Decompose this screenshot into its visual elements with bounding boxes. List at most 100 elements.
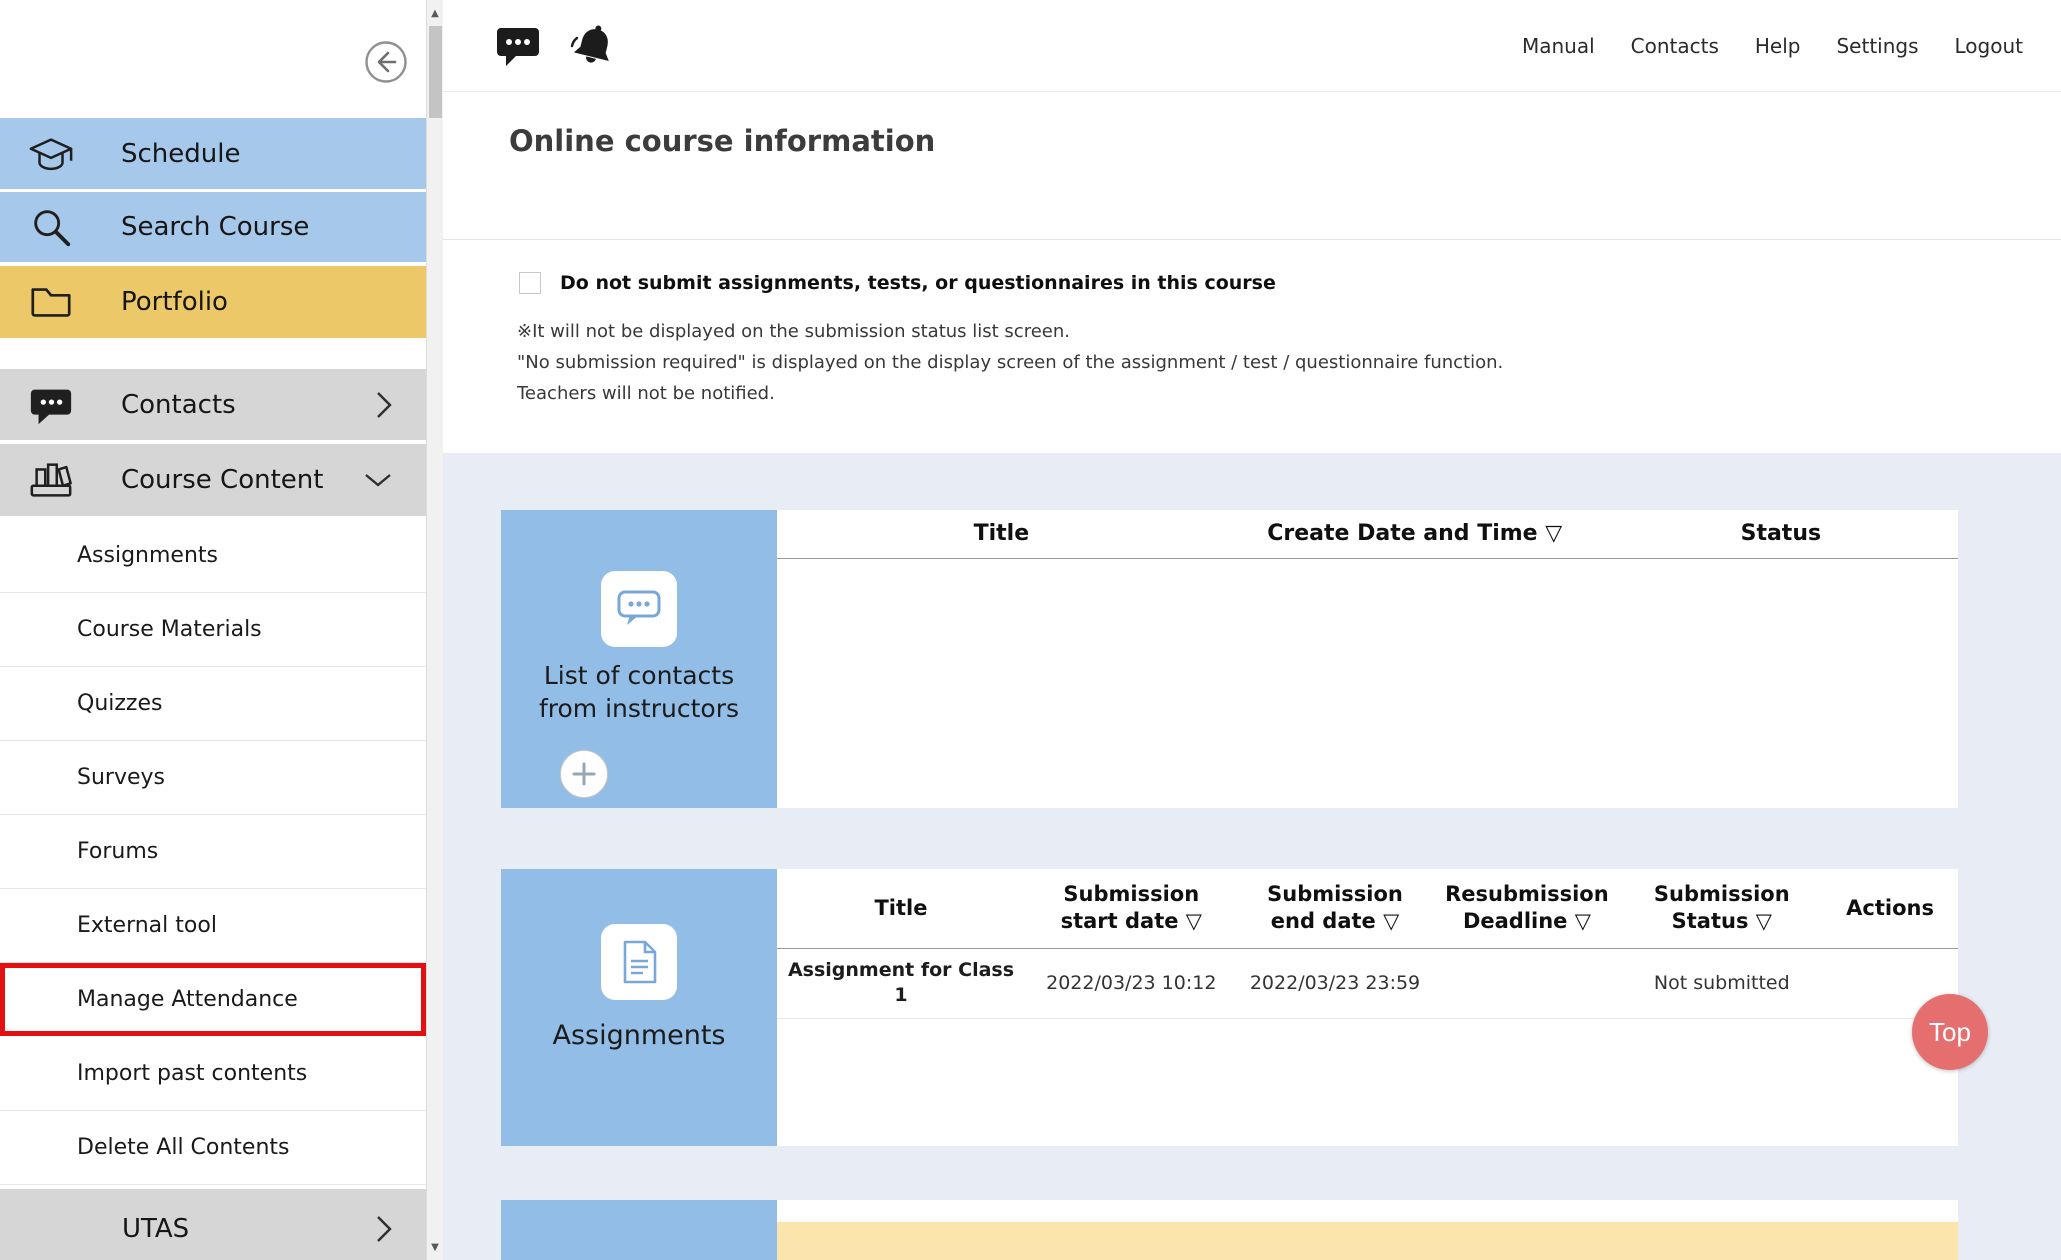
sidebar-item-external-tool[interactable]: External tool — [0, 889, 426, 963]
assignment-start-date: 2022/03/23 10:12 — [1025, 948, 1238, 1018]
sidebar-item-course-content[interactable]: Course Content — [0, 444, 426, 516]
topbar-nav: Manual Contacts Help Settings Logout — [1522, 34, 2061, 58]
folder-icon — [26, 277, 76, 327]
next-section-card — [501, 1200, 1958, 1260]
sidebar-item-manage-attendance[interactable]: Manage Attendance — [0, 963, 426, 1037]
contacts-col-status: Status — [1604, 510, 1958, 558]
note-line: Teachers will not be notified. — [517, 378, 1503, 409]
assignments-table-area: Title Submission start date ▽ Submission… — [777, 869, 1958, 1146]
sidebar-item-utas[interactable]: UTAS — [0, 1189, 426, 1260]
assignments-col-title: Title — [777, 869, 1025, 948]
plus-icon — [571, 761, 597, 787]
contacts-card-label: List of contacts from instructors — [501, 659, 777, 725]
sub-item-label: Assignments — [77, 543, 218, 568]
assignment-submission-status: Not submitted — [1621, 948, 1822, 1018]
sidebar-item-portfolio[interactable]: Portfolio — [0, 266, 426, 338]
chevron-right-icon — [375, 390, 393, 420]
sidebar-item-label: Portfolio — [121, 287, 228, 317]
sub-item-label: Delete All Contents — [77, 1135, 290, 1160]
search-icon — [26, 202, 76, 252]
sidebar-item-search-course[interactable]: Search Course — [0, 192, 426, 262]
assignment-title[interactable]: Assignment for Class 1 — [777, 948, 1025, 1018]
graduation-cap-icon — [26, 129, 76, 179]
sidebar: Schedule Search Course Portfolio — [0, 0, 443, 1260]
contacts-card-side: List of contacts from instructors — [501, 510, 777, 808]
sidebar-item-label: Schedule — [121, 139, 240, 169]
sidebar-item-contacts[interactable]: Contacts — [0, 369, 426, 440]
assignments-col-actions: Actions — [1822, 869, 1958, 948]
nav-settings[interactable]: Settings — [1836, 34, 1918, 58]
nav-contacts[interactable]: Contacts — [1631, 34, 1719, 58]
back-arrow-icon — [364, 40, 408, 84]
nav-logout[interactable]: Logout — [1955, 34, 2023, 58]
sidebar-item-schedule[interactable]: Schedule — [0, 118, 426, 189]
course-content-submenu: Assignments Course Materials Quizzes Sur… — [0, 519, 426, 1185]
next-section-highlight-row — [777, 1222, 1958, 1260]
scrollbar-thumb[interactable] — [429, 26, 442, 118]
scroll-down-icon[interactable]: ▼ — [427, 1236, 443, 1258]
scroll-to-top-button[interactable]: Top — [1912, 994, 1988, 1070]
sidebar-scrollbar[interactable]: ▲ ▼ — [426, 0, 443, 1260]
sidebar-item-delete-all-contents[interactable]: Delete All Contents — [0, 1111, 426, 1185]
checkbox-notes: ※It will not be displayed on the submiss… — [517, 316, 1503, 409]
no-submission-setting: Do not submit assignments, tests, or que… — [519, 272, 1276, 294]
sub-item-label: Import past contents — [77, 1061, 307, 1086]
no-submission-checkbox-label: Do not submit assignments, tests, or que… — [560, 272, 1276, 294]
notifications-button[interactable] — [567, 21, 617, 71]
divider — [443, 239, 2061, 240]
sidebar-item-quizzes[interactable]: Quizzes — [0, 667, 426, 741]
sub-item-label: Quizzes — [77, 691, 162, 716]
sub-item-label: Surveys — [77, 765, 165, 790]
sidebar-item-surveys[interactable]: Surveys — [0, 741, 426, 815]
sidebar-item-label: Contacts — [121, 390, 236, 420]
messages-button[interactable] — [493, 21, 543, 71]
note-line: "No submission required" is displayed on… — [517, 347, 1503, 378]
next-section-card-side — [501, 1200, 777, 1260]
contacts-table: Title Create Date and Time ▽ Status — [777, 510, 1958, 559]
chat-bubble-icon — [495, 25, 541, 67]
nav-manual[interactable]: Manual — [1522, 34, 1595, 58]
assignment-end-date: 2022/03/23 23:59 — [1238, 948, 1433, 1018]
next-section-table-area — [777, 1200, 1958, 1260]
sidebar-item-import-past-contents[interactable]: Import past contents — [0, 1037, 426, 1111]
chevron-right-icon — [375, 1214, 393, 1244]
assignment-document-icon — [601, 924, 677, 1000]
assignment-row: Assignment for Class 1 2022/03/23 10:12 … — [777, 948, 1958, 1018]
course-info-panel: Online course information Do not submit … — [443, 92, 2061, 453]
assignment-resubmission-deadline — [1432, 948, 1621, 1018]
sub-item-label: Forums — [77, 839, 158, 864]
contacts-col-title: Title — [777, 510, 1226, 558]
nav-help[interactable]: Help — [1755, 34, 1801, 58]
no-submission-checkbox[interactable] — [519, 272, 541, 294]
contacts-col-create-date-sort[interactable]: Create Date and Time ▽ — [1226, 510, 1604, 558]
assignments-card-label: Assignments — [501, 1018, 777, 1054]
chevron-down-icon — [363, 471, 393, 489]
assignments-col-start-sort[interactable]: Submission start date ▽ — [1025, 869, 1238, 948]
contacts-card: List of contacts from instructors Title … — [501, 510, 1958, 808]
contacts-header-row: Title Create Date and Time ▽ Status — [777, 510, 1958, 558]
assignments-header-row: Title Submission start date ▽ Submission… — [777, 869, 1958, 948]
assignments-col-resubmission-sort[interactable]: Resubmission Deadline ▽ — [1432, 869, 1621, 948]
page-title: Online course information — [509, 124, 935, 158]
sub-item-label: Course Materials — [77, 617, 262, 642]
sub-item-label: External tool — [77, 913, 217, 938]
scroll-up-icon[interactable]: ▲ — [427, 2, 443, 24]
chat-bubble-icon — [26, 380, 76, 430]
sidebar-item-label: Search Course — [121, 212, 309, 242]
sidebar-item-assignments[interactable]: Assignments — [0, 519, 426, 593]
bell-icon — [567, 22, 617, 70]
sidebar-item-course-materials[interactable]: Course Materials — [0, 593, 426, 667]
sidebar-collapse-button[interactable] — [364, 40, 408, 84]
assignments-table: Title Submission start date ▽ Submission… — [777, 869, 1958, 1019]
add-contact-button[interactable] — [560, 750, 608, 798]
assignments-col-end-sort[interactable]: Submission end date ▽ — [1238, 869, 1433, 948]
main-area: Manual Contacts Help Settings Logout Onl… — [443, 0, 2061, 1260]
content-area: List of contacts from instructors Title … — [443, 453, 2061, 1260]
contacts-table-area: Title Create Date and Time ▽ Status — [777, 510, 1958, 808]
assignments-col-status-sort[interactable]: Submission Status ▽ — [1621, 869, 1822, 948]
contacts-bubble-icon — [601, 571, 677, 647]
books-icon — [26, 455, 76, 505]
sidebar-item-forums[interactable]: Forums — [0, 815, 426, 889]
sidebar-item-label: UTAS — [122, 1214, 189, 1244]
next-section-table-top — [777, 1200, 1958, 1222]
